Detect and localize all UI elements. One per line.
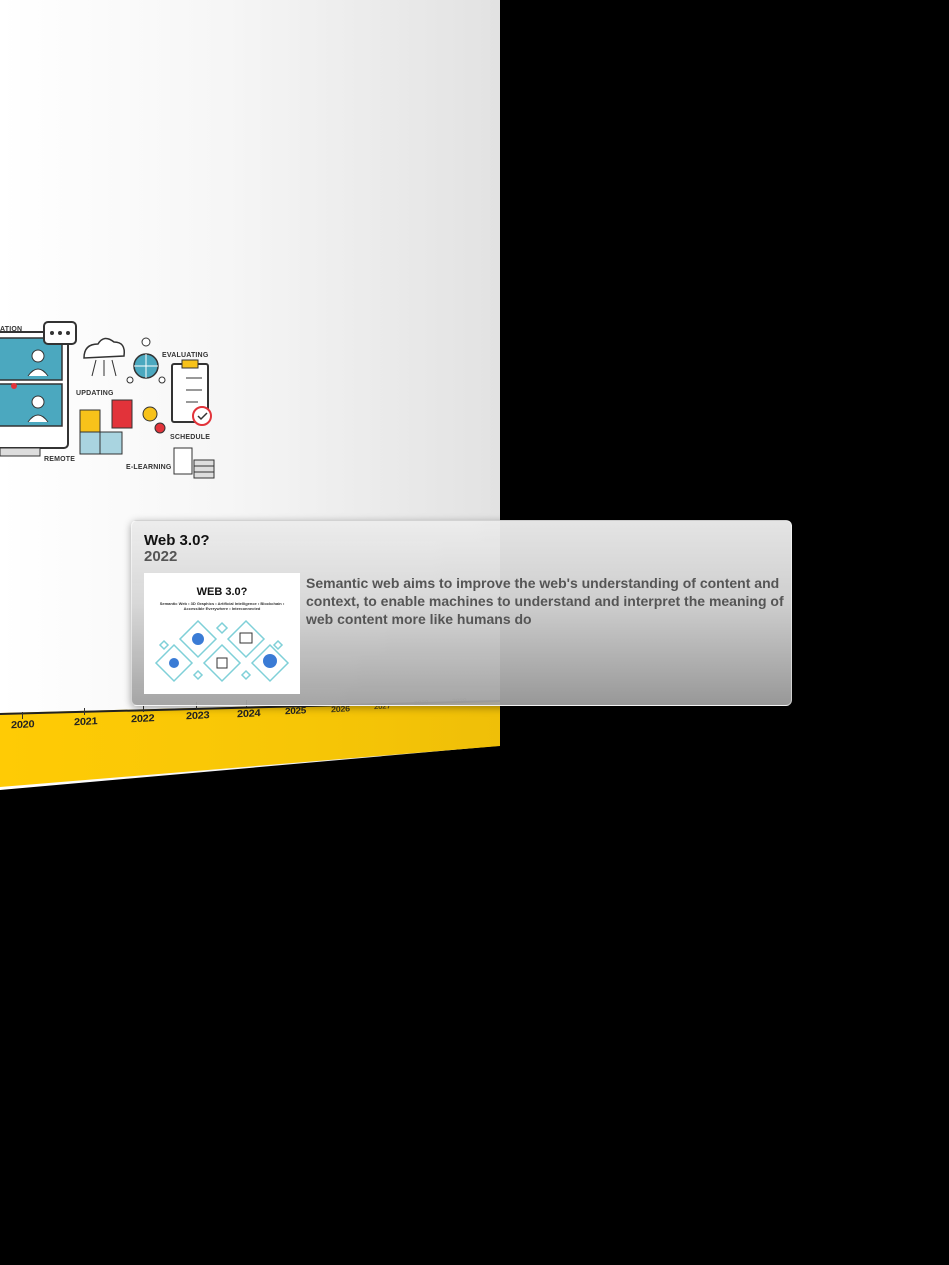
illustration-label: REMOTE — [44, 456, 76, 463]
web3-diamond-icons — [154, 619, 290, 683]
illustration-label: EVALUATING — [162, 352, 209, 359]
e-learning-illustration: ATION UPDATING EVALUATING SCHEDULE REMOT… — [0, 318, 230, 488]
illustration-label: UPDATING — [76, 390, 114, 397]
timeline-tick — [22, 712, 23, 719]
event-thumbnail[interactable]: WEB 3.0? Semantic Web • 3D Graphics • Ar… — [144, 573, 300, 694]
timeline-year-label[interactable]: 2025 — [285, 706, 306, 717]
timeline-year-label[interactable]: 2020 — [11, 719, 34, 731]
timeline-year-label[interactable]: 2023 — [186, 710, 209, 722]
timeline-year-label[interactable]: 2024 — [237, 708, 260, 720]
event-title: Web 3.0? — [144, 532, 210, 549]
event-description: Semantic web aims to improve the web's u… — [306, 575, 784, 627]
illustration-label: ATION — [0, 326, 23, 333]
event-popup-card[interactable]: Web 3.0? 2022 WEB 3.0? Semantic Web • 3D… — [131, 520, 792, 706]
illustration-label: SCHEDULE — [170, 434, 211, 441]
event-year: 2022 — [144, 548, 178, 565]
timeline-tick — [84, 708, 85, 715]
illustration-label: E-LEARNING — [126, 464, 172, 471]
timeline-year-label[interactable]: 2021 — [74, 716, 97, 728]
timeline-year-label[interactable]: 2022 — [131, 713, 154, 725]
timeline-tick — [143, 705, 144, 712]
e-learning-illustration-graphic — [0, 321, 215, 479]
